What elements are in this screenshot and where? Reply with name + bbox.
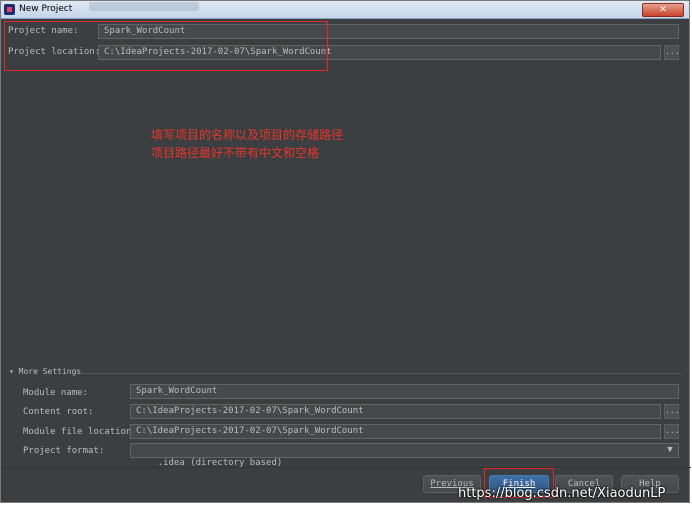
- module-file-location-input[interactable]: C:\IdeaProjects-2017-02-07\Spark_WordCou…: [130, 424, 661, 439]
- content-root-label: Content root:: [23, 407, 94, 417]
- window-title: New Project: [19, 4, 73, 14]
- content-root-browse-button[interactable]: ...: [664, 404, 679, 419]
- project-format-label: Project format:: [23, 446, 105, 456]
- annotation-line-2: 项目路径最好不带有中文和空格: [151, 146, 320, 160]
- annotation-line-1: 填写项目的名称以及项目的存储路径: [151, 128, 344, 142]
- title-bar: New Project ✕: [1, 1, 689, 19]
- project-format-select[interactable]: .idea (directory based) ▼: [130, 443, 679, 468]
- background-window-tab: [89, 2, 199, 11]
- more-settings-separator: [81, 373, 681, 374]
- project-location-browse-button[interactable]: ...: [664, 45, 679, 60]
- chevron-down-icon[interactable]: ▼: [664, 444, 676, 457]
- new-project-dialog: New Project ✕ Project name: Spark_WordCo…: [0, 0, 691, 503]
- module-name-label: Module name:: [23, 388, 89, 398]
- content-root-input[interactable]: C:\IdeaProjects-2017-02-07\Spark_WordCou…: [130, 404, 661, 419]
- module-name-input[interactable]: Spark_WordCount: [130, 384, 679, 399]
- highlight-box-project-fields: [4, 21, 328, 71]
- module-file-location-label: Module file location:: [23, 427, 137, 437]
- intellij-app-icon: [4, 4, 15, 15]
- watermark-url: https://blog.csdn.net/XiaodunLP: [458, 486, 666, 501]
- footer-separator: [1, 467, 691, 468]
- close-window-button[interactable]: ✕: [642, 3, 684, 17]
- more-settings-toggle[interactable]: ▾ More Settings: [9, 367, 81, 376]
- module-file-location-browse-button[interactable]: ...: [664, 424, 679, 439]
